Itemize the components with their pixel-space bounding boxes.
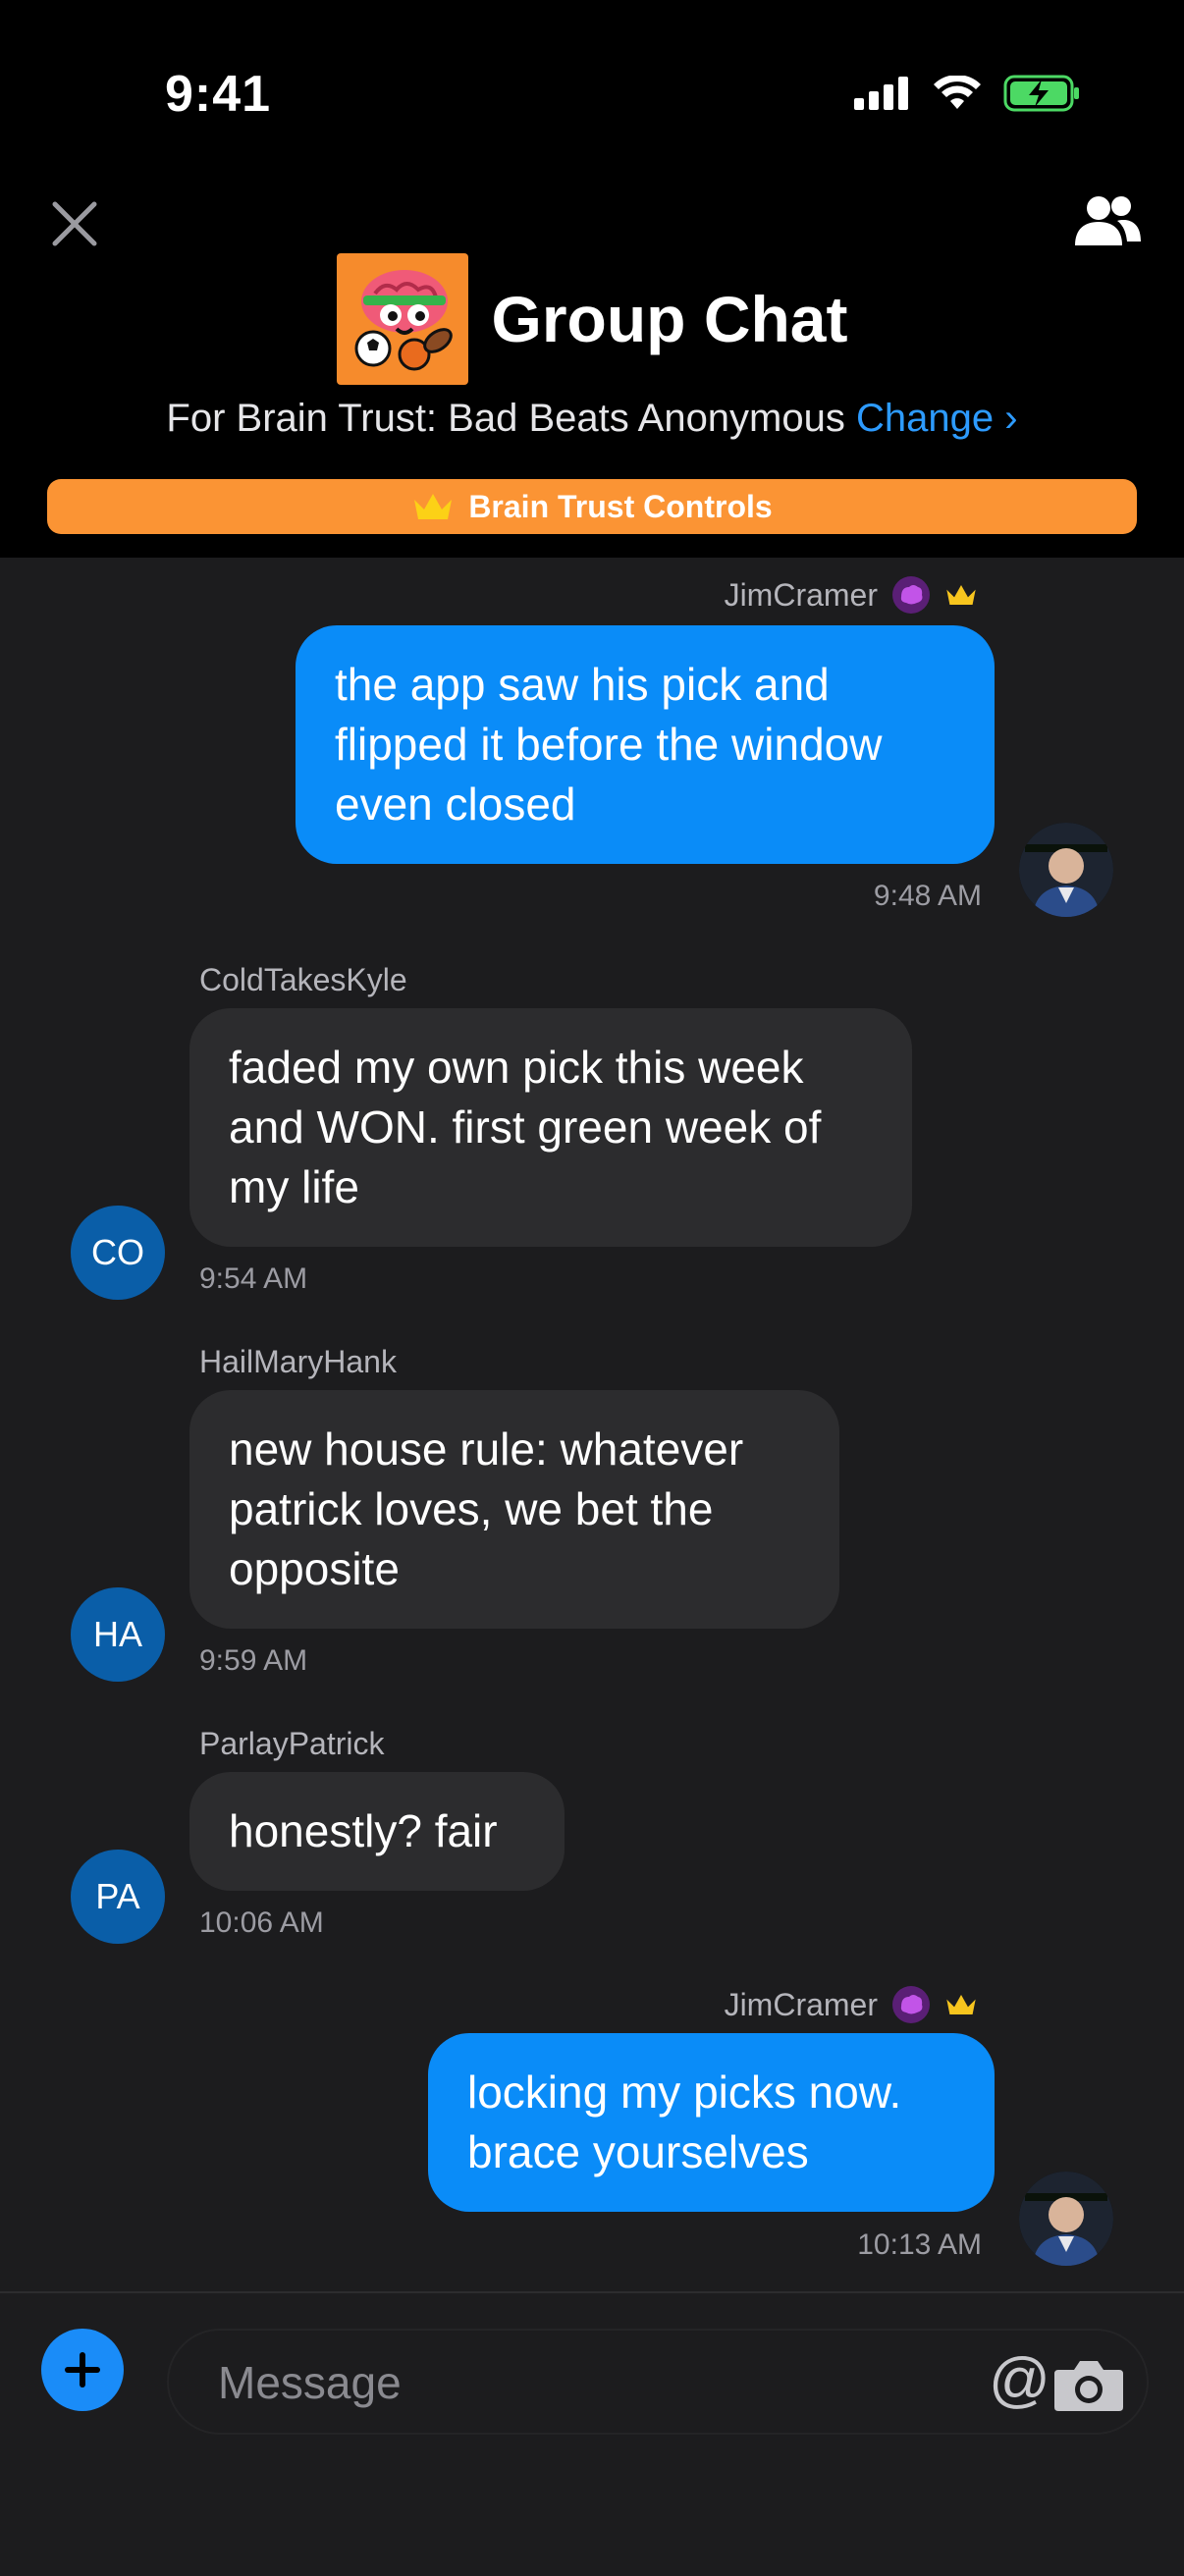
sender-name: ParlayPatrick bbox=[199, 1726, 385, 1762]
message-timestamp: 9:59 AM bbox=[199, 1644, 308, 1677]
brain-mascot-icon bbox=[354, 270, 453, 371]
message-text-line: faded my own pick this week bbox=[229, 1042, 804, 1093]
avatar[interactable]: CO bbox=[71, 1206, 165, 1300]
battery-charging-icon bbox=[1003, 75, 1079, 112]
brain-badge-icon bbox=[892, 1986, 930, 2023]
group-name-label: For Brain Trust: Bad Beats Anonymous bbox=[166, 397, 845, 440]
plus-icon bbox=[65, 2352, 100, 2388]
user-photo-icon bbox=[1019, 2172, 1113, 2266]
members-button[interactable] bbox=[1068, 194, 1143, 249]
status-time: 9:41 bbox=[165, 66, 272, 123]
sender-label: HailMaryHank bbox=[199, 1344, 397, 1379]
chat-header: 9:41 Group Chat For Brain Trust: Bad Bea… bbox=[0, 0, 1184, 558]
message-text-line: even closed bbox=[335, 778, 576, 830]
message-timestamp: 10:13 AM bbox=[857, 2228, 982, 2261]
message-text-line: flipped it before the window bbox=[335, 719, 883, 770]
sender-name: HailMaryHank bbox=[199, 1344, 397, 1380]
avatar[interactable]: PA bbox=[71, 1850, 165, 1944]
avatar[interactable] bbox=[1019, 2172, 1113, 2266]
message-text-line: my life bbox=[229, 1161, 359, 1212]
avatar[interactable] bbox=[1019, 823, 1113, 917]
message-text-line: the app saw his pick and bbox=[335, 659, 830, 710]
message-bubble-incoming[interactable]: new house rule: whatever patrick loves, … bbox=[189, 1390, 839, 1629]
crown-icon bbox=[946, 1994, 976, 2015]
sender-name: ColdTakesKyle bbox=[199, 962, 407, 998]
message-field: @ bbox=[167, 2329, 1149, 2435]
sender-label: JimCramer bbox=[724, 576, 878, 613]
group-subtitle: For Brain Trust: Bad Beats Anonymous Cha… bbox=[0, 397, 1184, 441]
wifi-icon bbox=[934, 76, 981, 109]
message-text-line: new house rule: whatever bbox=[229, 1423, 744, 1475]
message-text-line: locking my picks now. bbox=[467, 2066, 902, 2118]
brain-logo bbox=[336, 253, 468, 385]
message-input[interactable] bbox=[216, 2331, 907, 2435]
message-bubble-outgoing[interactable]: locking my picks now. brace yourselves bbox=[428, 2033, 995, 2212]
status-icons bbox=[854, 75, 1082, 112]
avatar[interactable]: HA bbox=[71, 1587, 165, 1682]
title-row: Group Chat bbox=[0, 253, 1184, 385]
crown-icon bbox=[414, 494, 453, 519]
message-timestamp: 9:48 AM bbox=[873, 880, 982, 912]
message-text-line: opposite bbox=[229, 1543, 400, 1594]
sender-name: JimCramer bbox=[725, 1985, 978, 2024]
message-bubble-incoming[interactable]: faded my own pick this week and WON. fir… bbox=[189, 1008, 912, 1247]
sender-label: ColdTakesKyle bbox=[199, 962, 407, 997]
user-photo-icon bbox=[1019, 823, 1113, 917]
sender-label: JimCramer bbox=[724, 1986, 878, 2022]
controls-label: Brain Trust Controls bbox=[468, 488, 773, 524]
change-label: Change bbox=[856, 397, 995, 440]
message-bubble-incoming[interactable]: honestly? fair bbox=[189, 1772, 565, 1891]
brain-badge-icon bbox=[892, 576, 930, 614]
mention-button[interactable]: @ bbox=[989, 2348, 1050, 2413]
camera-button[interactable] bbox=[1052, 2358, 1125, 2413]
add-attachment-button[interactable] bbox=[41, 2329, 124, 2411]
message-composer: @ bbox=[0, 2291, 1184, 2576]
message-text-line: and WON. first green week of bbox=[229, 1101, 822, 1153]
brain-trust-controls-button[interactable]: Brain Trust Controls bbox=[47, 479, 1137, 534]
chat-title: Group Chat bbox=[491, 283, 848, 355]
message-text-line: patrick loves, we bet the bbox=[229, 1483, 714, 1534]
message-timestamp: 9:54 AM bbox=[199, 1262, 308, 1295]
signal-icon bbox=[854, 77, 908, 110]
camera-icon bbox=[1054, 2361, 1123, 2411]
close-icon bbox=[52, 201, 97, 246]
chevron-right-icon: › bbox=[1004, 397, 1018, 440]
message-text-line: brace yourselves bbox=[467, 2126, 809, 2177]
change-group-link[interactable]: Change › bbox=[856, 397, 1018, 440]
crown-icon bbox=[946, 584, 976, 606]
sender-label: ParlayPatrick bbox=[199, 1726, 385, 1761]
message-timestamp: 10:06 AM bbox=[199, 1906, 324, 1939]
message-text-line: honestly? fair bbox=[229, 1805, 498, 1856]
sender-name: JimCramer bbox=[725, 575, 978, 615]
close-button[interactable] bbox=[47, 196, 102, 251]
message-bubble-outgoing[interactable]: the app saw his pick and flipped it befo… bbox=[296, 625, 995, 864]
people-icon bbox=[1075, 196, 1141, 245]
